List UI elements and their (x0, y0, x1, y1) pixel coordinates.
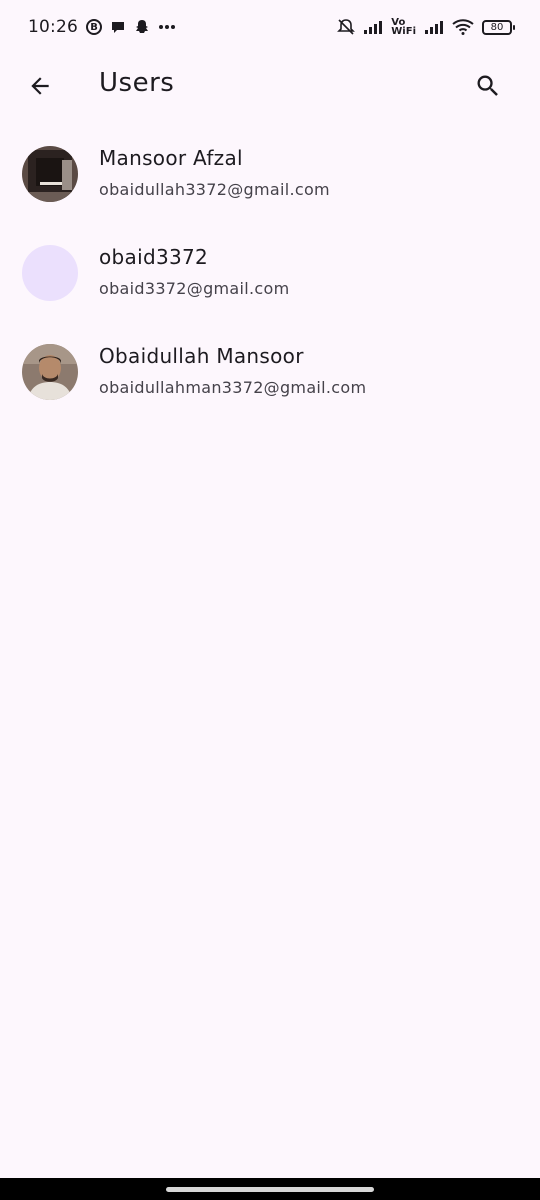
search-icon (477, 75, 498, 96)
avatar (22, 146, 78, 202)
avatar-photo (22, 146, 78, 202)
user-name: obaid3372 (99, 245, 209, 269)
user-list: Mansoor Afzal obaidullah3372@gmail.com o… (0, 122, 540, 419)
signal-icon-1 (363, 19, 383, 35)
app-bar: Users (0, 54, 540, 118)
user-list-item[interactable]: Obaidullah Mansoor obaidullahman3372@gma… (0, 320, 540, 419)
status-right: Vo WiFi 80 (337, 18, 515, 37)
user-email: obaidullah3372@gmail.com (99, 180, 330, 199)
user-list-item[interactable]: obaid3372 obaid3372@gmail.com (0, 221, 540, 320)
status-time: 10:26 (28, 17, 78, 37)
user-name: Obaidullah Mansoor (99, 344, 304, 368)
back-button[interactable] (18, 64, 62, 108)
home-gesture-handle[interactable] (166, 1186, 374, 1192)
avatar-placeholder (22, 245, 78, 301)
system-nav-bar (0, 1178, 540, 1200)
b-badge-icon: B (86, 19, 102, 35)
battery-indicator: 80 (482, 19, 515, 35)
vowifi-indicator: Vo WiFi (391, 18, 416, 37)
chat-bubble-icon (110, 19, 126, 35)
avatar (22, 344, 78, 400)
user-list-item[interactable]: Mansoor Afzal obaidullah3372@gmail.com (0, 122, 540, 221)
more-notifications-icon (158, 24, 176, 30)
bell-off-icon (337, 18, 356, 36)
users-screen: 10:26 B Vo WiFi 80 Users Mansoor Afzal o… (0, 0, 540, 1200)
wifi-icon (452, 19, 474, 35)
user-email: obaid3372@gmail.com (99, 279, 290, 298)
avatar-photo (22, 344, 78, 400)
snapchat-icon (134, 19, 150, 35)
signal-icon-2 (424, 19, 444, 35)
wifi-label: WiFi (391, 26, 416, 37)
user-name: Mansoor Afzal (99, 146, 243, 170)
status-left: 10:26 B (28, 17, 176, 37)
arrow-back-icon (31, 77, 49, 95)
page-title: Users (99, 68, 175, 98)
user-email: obaidullahman3372@gmail.com (99, 378, 367, 397)
status-bar: 10:26 B Vo WiFi 80 (0, 0, 540, 54)
search-button[interactable] (466, 64, 510, 108)
